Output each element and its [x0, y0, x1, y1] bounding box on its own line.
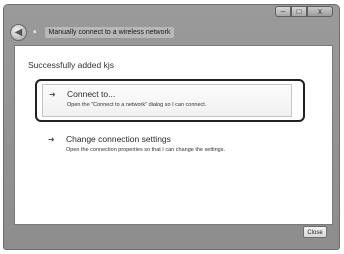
dialog-footer: Close [14, 225, 333, 247]
window-title: Manually connect to a wireless network [44, 26, 175, 38]
navigation-bar: ◀ ▪ Manually connect to a wireless netwo… [10, 22, 175, 42]
connect-to-description: Open the "Connect to a network" dialog s… [67, 102, 207, 108]
close-window-button[interactable]: x [307, 6, 333, 17]
change-settings-description: Open the connection properties so that I… [66, 147, 225, 153]
connect-to-title: Connect to... [67, 89, 116, 99]
green-arrow-icon: ➜ [48, 135, 55, 144]
page-heading: Successfully added kjs [28, 60, 114, 70]
back-button[interactable]: ◀ [10, 23, 27, 41]
back-arrow-icon: ◀ [14, 26, 23, 38]
maximize-button[interactable]: □ [291, 6, 307, 17]
change-settings-title: Change connection settings [66, 134, 171, 144]
caption-buttons: – □ x [275, 6, 333, 17]
connect-to-option[interactable]: ➜ Connect to... Open the "Connect to a n… [42, 84, 292, 117]
wireless-network-icon: ▪ [33, 26, 37, 38]
green-arrow-icon: ➜ [49, 90, 56, 99]
minimize-button[interactable]: – [275, 6, 291, 17]
dialog-window: – □ x ◀ ▪ Manually connect to a wireless… [3, 4, 340, 250]
close-button[interactable]: Close [303, 226, 327, 238]
change-connection-settings-option[interactable]: ➜ Change connection settings Open the co… [42, 130, 292, 160]
content-pane: Successfully added kjs ➜ Connect to... O… [14, 45, 333, 225]
